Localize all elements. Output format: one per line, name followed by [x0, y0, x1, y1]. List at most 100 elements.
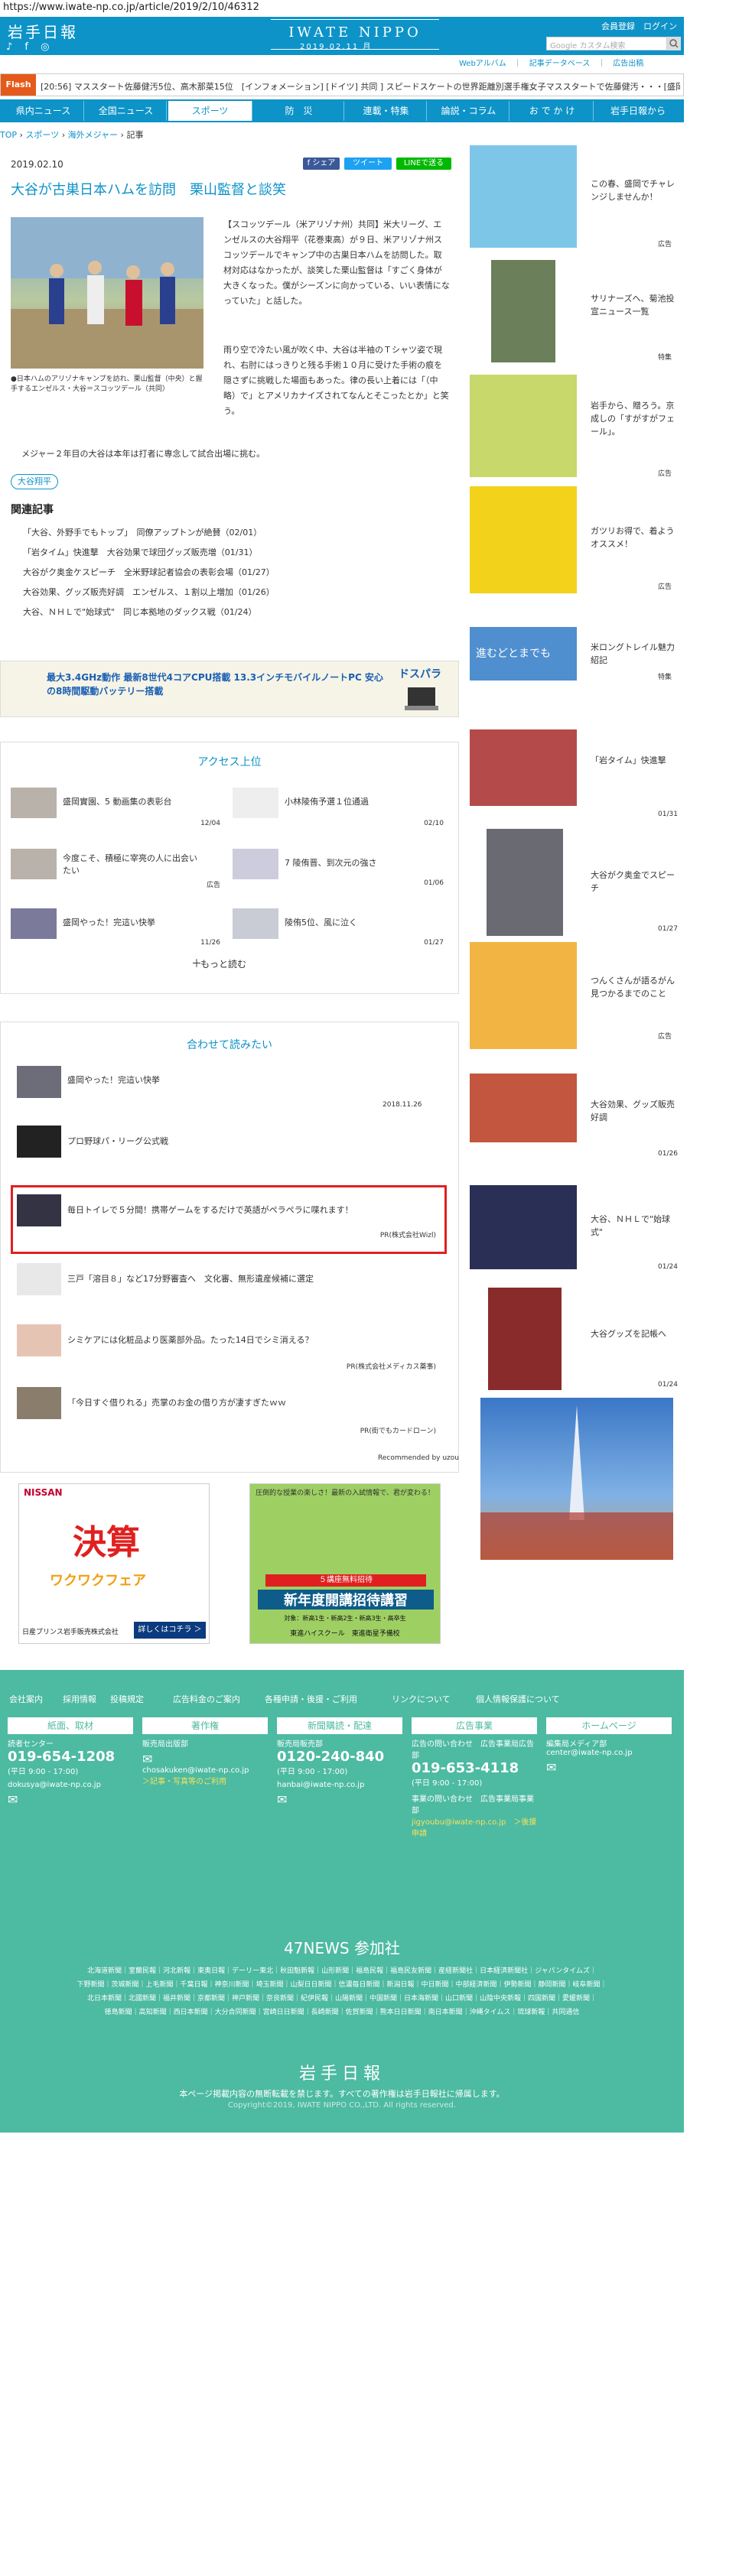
util-links[interactable]: Webアルバム ｜ 記事データベース ｜ 広告出稿 — [459, 57, 643, 68]
footer-extra-link[interactable]: ＞記事・写真等のご利用 — [142, 1775, 268, 1786]
paper-links[interactable]: 北日本新聞｜北國新聞｜福井新聞｜京都新聞｜神戸新聞｜奈良新聞｜紀伊民報｜山陽新聞… — [15, 1993, 669, 2005]
tag-ohtani[interactable]: 大谷翔平 — [11, 474, 58, 489]
side-item[interactable]: 大谷効果、グッズ販売好調 — [591, 1098, 682, 1124]
toshin-ad[interactable]: 圧倒的な授業の楽しさ！最新の入試情報で、君が変わる！ ５講座無料招待 新年度開講… — [249, 1483, 441, 1644]
side-thumb[interactable] — [491, 260, 555, 362]
nav-from-nippo[interactable]: 岩手日報から — [595, 101, 681, 121]
ranking-thumb[interactable] — [11, 788, 57, 818]
related-link[interactable]: 「岩タイム」快進撃 大谷効果で球団グッズ販売増（01/31） — [23, 546, 257, 558]
recommend-thumb[interactable] — [17, 1066, 61, 1098]
side-item[interactable]: つんくさんが語るがん見つかるまでのこと — [591, 974, 682, 1000]
ranking-item-title[interactable]: 7 陵侑晋、到次元の強さ — [285, 856, 422, 869]
nav-sports[interactable]: スポーツ — [168, 101, 252, 121]
facebook-share-button[interactable]: f シェア — [303, 158, 340, 170]
side-thumb[interactable] — [470, 1185, 577, 1269]
browser-url[interactable]: https://www.iwate-np.co.jp/article/2019/… — [0, 0, 752, 17]
ranking-item-title[interactable]: 陵侑5位、風に泣く — [285, 916, 422, 928]
recommended-by[interactable]: Recommended by uzou — [378, 1454, 459, 1462]
recommend-item-title[interactable]: 三戸「溶目８」など17分野審査へ 文化審、無形遺産候補に選定 — [67, 1272, 427, 1285]
footer-link[interactable]: 会社案内 — [9, 1693, 43, 1705]
related-link[interactable]: 大谷がク奥金ケスピーチ 全米野球記者協会の表彰会場（01/27） — [23, 566, 275, 578]
side-thumb[interactable] — [487, 829, 563, 936]
breadcrumb-abroad[interactable]: 海外メジャー — [68, 130, 118, 140]
phone-number[interactable]: 019-653-4118 — [412, 1760, 537, 1776]
more-button[interactable]: もっと読む — [200, 957, 246, 970]
ranking-thumb[interactable] — [11, 908, 57, 939]
recommend-item-title[interactable]: 盛岡やった！完這い快挙 — [67, 1074, 160, 1086]
nav-outing[interactable]: お で か け — [511, 101, 594, 121]
side-item[interactable]: 大谷がク奥金でスピーチ — [591, 869, 682, 895]
footer-link[interactable]: リンクについて — [392, 1693, 451, 1705]
side-thumb[interactable] — [470, 1074, 577, 1142]
related-link[interactable]: 大谷効果、グッズ販売好調 エンゼルス、１割以上増加（01/26） — [23, 586, 275, 598]
pc-banner-ad[interactable]: 最大3.4GHz動作 最新8世代4コアCPU搭載 13.3インチモバイルノートP… — [0, 661, 459, 717]
side-item[interactable]: 「岩タイム」快進撃 — [591, 754, 682, 767]
article-photo[interactable] — [11, 217, 203, 369]
nissan-ad[interactable]: NISSAN 決算 ワクワクフェア 日産プリンス岩手販売株式会社 詳しくはコチラ… — [18, 1483, 210, 1644]
side-item[interactable]: サリナーズへ、菊池投宣ニュース一覧 — [591, 292, 682, 318]
footer-mail[interactable]: chosakuken@iwate-np.co.jp — [142, 1766, 268, 1775]
footer-link[interactable]: 各種申請・後援・ご利用 — [265, 1693, 357, 1705]
recommend-item-title[interactable]: 毎日トイレで５分間！携帯ゲームをするだけで英語がペラペラに喋れます！ — [67, 1204, 427, 1216]
flash-text[interactable]: [20:56] マススタート佐藤健汚5位、高木那菜15位 [インフォメーション]… — [41, 80, 680, 93]
phone-number[interactable]: 0120-240-840 — [277, 1749, 402, 1765]
mail-icon[interactable]: ✉ — [142, 1752, 268, 1766]
side-thumb[interactable] — [470, 729, 577, 806]
side-item[interactable]: 大谷、ＮＨＬで"始球式" — [591, 1213, 682, 1239]
nav-opinion[interactable]: 論説・コラム — [428, 101, 509, 121]
recommend-thumb[interactable] — [17, 1194, 61, 1226]
sidebar-ad-tokyo[interactable] — [480, 1398, 673, 1560]
footer-link[interactable]: 広告料金のご案内 — [173, 1693, 240, 1705]
recommend-item-title[interactable]: 「今日すぐ借りれる」売掌のお金の借り方が凄すぎたｗｗ — [67, 1396, 427, 1408]
side-item[interactable]: 米ロングトレイル魅力紹記 — [591, 641, 682, 667]
recommend-thumb[interactable] — [17, 1126, 61, 1158]
breadcrumb-sports[interactable]: スポーツ — [25, 130, 59, 140]
ranking-item-title[interactable]: 今度こそ、積極に宰亮の人に出会いたい — [63, 852, 200, 876]
nav-national[interactable]: 全国ニュース — [86, 101, 167, 121]
footer-link[interactable]: 個人情報保護について — [476, 1693, 560, 1705]
footer-mail[interactable]: hanbai@iwate-np.co.jp — [277, 1781, 402, 1789]
login-links[interactable]: 会員登録 ログイン — [601, 20, 677, 32]
mail-icon[interactable]: ✉ — [8, 1792, 133, 1807]
paper-links[interactable]: 北海道新聞｜室蘭民報｜河北新報｜東奥日報｜デーリー東北｜秋田魁新報｜山形新聞｜福… — [15, 1965, 669, 1977]
mail-icon[interactable]: ✉ — [277, 1792, 402, 1807]
side-item[interactable]: ガツリお得で、着ようオススメ！ — [591, 525, 682, 551]
nav-series[interactable]: 連載・特集 — [346, 101, 427, 121]
paper-links[interactable]: 下野新聞｜茨城新聞｜上毛新聞｜千葉日報｜神奈川新聞｜埼玉新聞｜山梨日日新聞｜信濃… — [15, 1979, 669, 1991]
footer-link[interactable]: 投稿規定 — [110, 1693, 144, 1705]
side-thumb[interactable] — [470, 375, 577, 477]
sns-icons[interactable]: ♪ f ◎ — [6, 41, 54, 53]
recommend-thumb[interactable] — [17, 1263, 61, 1295]
recommend-thumb[interactable] — [17, 1324, 61, 1356]
related-link[interactable]: 「大谷、外野手でもトップ」 同僚アップトンが絶賛（02/01） — [23, 526, 262, 538]
nissan-cta-button[interactable]: 詳しくはコチラ ＞ — [134, 1622, 206, 1639]
side-thumb[interactable] — [470, 486, 577, 593]
phone-number[interactable]: 019-654-1208 — [8, 1749, 133, 1765]
related-link[interactable]: 大谷、ＮＨＬで"始球式" 同じ本拠地のダックス戦（01/24） — [23, 606, 257, 618]
ranking-thumb[interactable] — [233, 788, 278, 818]
breadcrumb-top[interactable]: TOP — [0, 130, 17, 140]
recommend-item-title[interactable]: シミケアには化粧品より医薬部外品。たった14日でシミ消える？ — [67, 1333, 427, 1346]
ranking-thumb[interactable] — [233, 908, 278, 939]
side-thumb[interactable] — [470, 942, 577, 1049]
side-thumb[interactable] — [488, 1288, 562, 1390]
ranking-thumb[interactable] — [233, 849, 278, 879]
side-item[interactable]: 大谷グッズを記帳へ — [591, 1327, 682, 1340]
search-input[interactable]: Google カスタム検索 — [546, 37, 667, 50]
recommend-item-title[interactable]: プロ野球パ・リーグ公式戦 — [67, 1135, 168, 1147]
tweet-button[interactable]: ツイート — [344, 158, 392, 170]
footer-mail[interactable]: dokusya@iwate-np.co.jp — [8, 1781, 133, 1789]
side-thumb[interactable] — [470, 145, 577, 248]
ranking-item-title[interactable]: 盛岡やった！完這い快挙 — [63, 916, 200, 928]
search-button[interactable] — [667, 37, 681, 50]
ranking-item-title[interactable]: 小林陵侑予選１位通過 — [285, 795, 422, 807]
paper-links[interactable]: 徳島新聞｜高知新聞｜西日本新聞｜大分合同新聞｜宮崎日日新聞｜長崎新聞｜佐賀新聞｜… — [15, 2006, 669, 2019]
ranking-item-title[interactable]: 盛岡實園、5 動画集の表彰台 — [63, 795, 200, 807]
footer-link[interactable]: 採用情報 — [63, 1693, 96, 1705]
nav-disaster[interactable]: 防 災 — [254, 101, 344, 121]
side-item[interactable]: 岩手から、贈ろう。京成しの「すがすがフェール」。 — [591, 399, 682, 438]
side-thumb[interactable]: 進むどとまでも — [470, 627, 577, 681]
site-logo[interactable]: 岩手日報 — [8, 20, 78, 42]
footer-extra-link[interactable]: jigyoubu@iwate-np.co.jp ＞後援申請 — [412, 1815, 537, 1838]
side-item[interactable]: この春、盛岡でチャレンジしませんか！ — [591, 177, 682, 203]
